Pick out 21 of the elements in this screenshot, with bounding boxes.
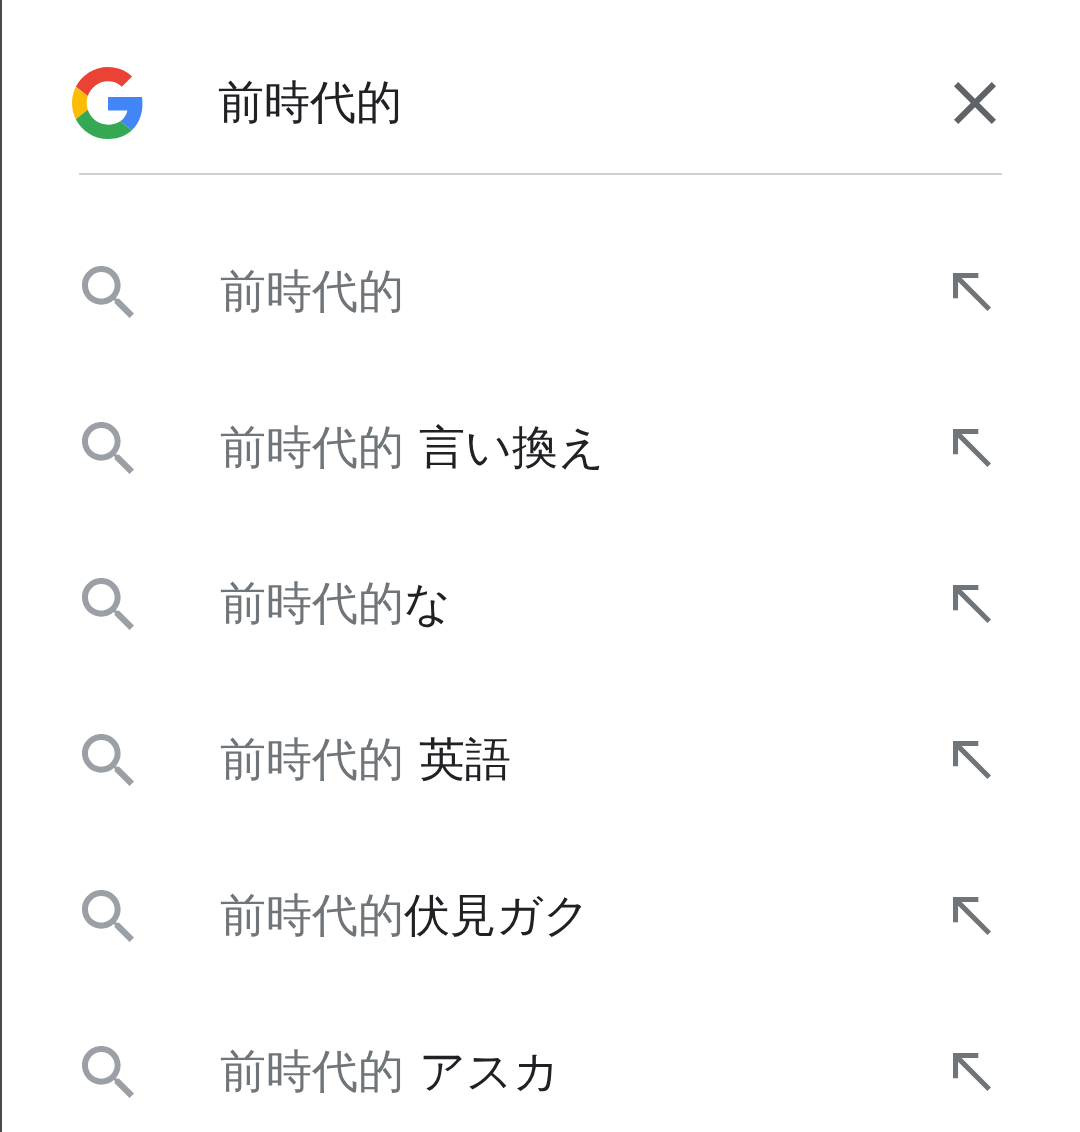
- search-icon: [82, 734, 134, 786]
- suggestion-text[interactable]: 前時代的伏見ガク: [220, 888, 590, 944]
- suggestion-text[interactable]: 前時代的 英語: [220, 732, 511, 788]
- up-left-arrow-icon[interactable]: [953, 1053, 991, 1091]
- up-left-arrow-icon[interactable]: [953, 585, 991, 623]
- search-icon: [82, 890, 134, 942]
- suggestion-text[interactable]: 前時代的 アスカ: [220, 1044, 560, 1100]
- up-left-arrow-icon[interactable]: [953, 741, 991, 779]
- search-icon: [82, 578, 134, 630]
- search-icon: [82, 422, 134, 474]
- search-icon: [82, 1046, 134, 1098]
- suggestion-text[interactable]: 前時代的: [220, 264, 404, 320]
- suggestion-text[interactable]: 前時代的な: [220, 576, 451, 632]
- search-field[interactable]: 前時代的: [218, 75, 778, 131]
- up-left-arrow-icon[interactable]: [953, 429, 991, 467]
- g-logo-icon: [72, 67, 144, 139]
- search-icon: [82, 266, 134, 318]
- up-left-arrow-icon[interactable]: [953, 273, 991, 311]
- up-left-arrow-icon[interactable]: [953, 897, 991, 935]
- close-icon[interactable]: [954, 82, 996, 124]
- suggestion-text[interactable]: 前時代的 言い換え: [220, 420, 605, 476]
